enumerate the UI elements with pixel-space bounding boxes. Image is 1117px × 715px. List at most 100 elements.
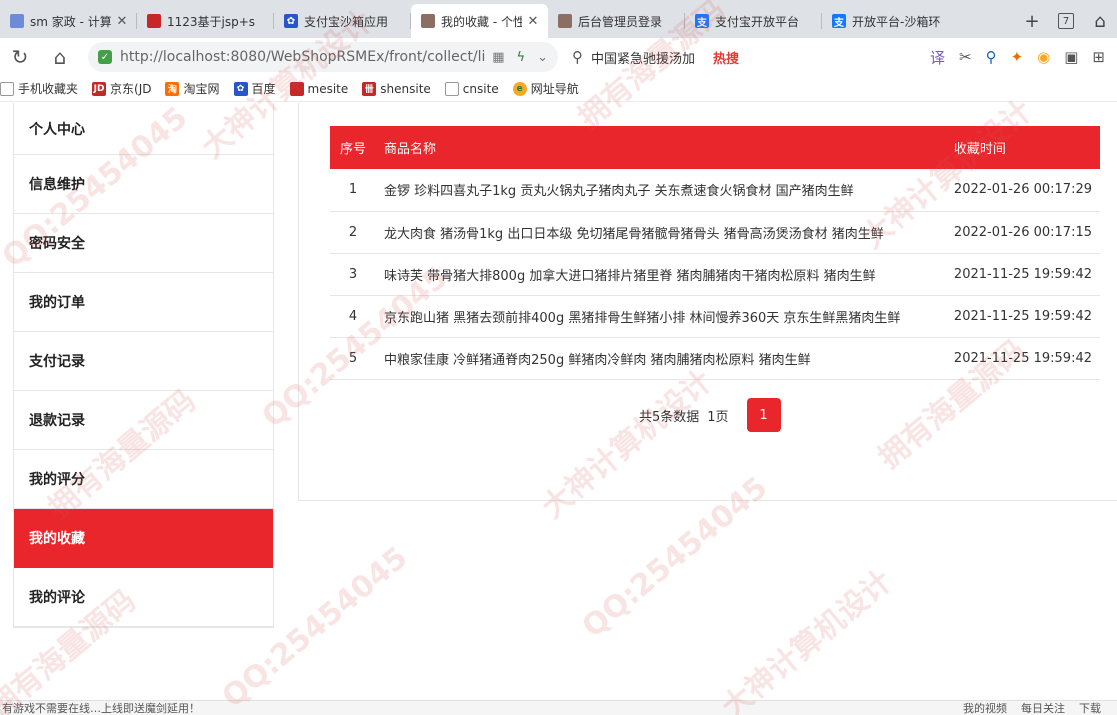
- collection-table: 序号 商品名称 收藏时间 1 金锣 珍料四喜丸子1kg 贡丸火锅丸子猪肉丸子 关…: [330, 126, 1100, 380]
- bookmarks-bar: 手机收藏夹 JD 京东(JD 淘 淘宝网 ✿ 百度 mesite 卌 shens…: [0, 76, 1117, 102]
- bookmark-label: 网址导航: [530, 82, 579, 96]
- collect-time: 2022-01-26 00:17:29: [945, 169, 1100, 212]
- url-actions: ▦ ϟ ⌄: [492, 50, 548, 65]
- baidu-paw-icon: ✿: [284, 14, 298, 28]
- sidebar-item-password[interactable]: 密码安全: [14, 214, 273, 273]
- tab-count-button[interactable]: 7: [1049, 4, 1083, 38]
- page-favicon-icon: [558, 14, 572, 28]
- shirt-icon[interactable]: ⌂: [1083, 4, 1117, 38]
- home-icon[interactable]: ⌂: [40, 38, 80, 76]
- close-tab-icon[interactable]: ✕: [115, 14, 129, 29]
- collect-time: 2021-11-25 19:59:42: [945, 337, 1100, 380]
- new-tab-button[interactable]: +: [1015, 4, 1049, 38]
- tab-title: 后台管理员登录: [578, 14, 663, 29]
- translate-icon[interactable]: 译: [930, 47, 945, 68]
- scissors-icon[interactable]: ✂: [959, 48, 972, 66]
- search-field[interactable]: ⚲ 中国紧急驰援汤加: [572, 48, 695, 67]
- sidebar-item-refunds[interactable]: 退款记录: [14, 391, 273, 450]
- column-header-no: 序号: [330, 126, 376, 169]
- sidebar-item-collection[interactable]: 我的收藏: [14, 509, 273, 568]
- product-name-link[interactable]: 金锣 珍料四喜丸子1kg 贡丸火锅丸子猪肉丸子 关东煮速食火锅食材 国产猪肉生鲜: [376, 169, 946, 212]
- table-row: 4 京东跑山猪 黑猪去颈前排400g 黑猪排骨生鲜猪小排 林间慢养360天 京东…: [330, 295, 1100, 338]
- row-number: 2: [330, 211, 376, 254]
- browser-tab[interactable]: 支 开放平台-沙箱环: [822, 4, 959, 38]
- collection-panel: 序号 商品名称 收藏时间 1 金锣 珍料四喜丸子1kg 贡丸火锅丸子猪肉丸子 关…: [298, 103, 1117, 501]
- bookmark-item[interactable]: ✿ 百度: [233, 80, 276, 97]
- page-icon: [444, 81, 459, 96]
- address-bar: ↻ ⌂ ✓ http://localhost:8080/WebShopRSMEx…: [0, 38, 1117, 76]
- page-favicon-icon: [147, 14, 161, 28]
- game-icon[interactable]: ✦: [1011, 48, 1024, 66]
- alipay-icon: 支: [832, 14, 846, 29]
- bookmark-item[interactable]: cnsite: [444, 81, 499, 96]
- row-number: 1: [330, 169, 376, 212]
- search-icon: ⚲: [572, 48, 583, 66]
- sidebar-item-orders[interactable]: 我的订单: [14, 273, 273, 332]
- shensite-icon: 卌: [362, 81, 377, 96]
- coin-icon[interactable]: ◉: [1037, 48, 1050, 66]
- column-header-time: 收藏时间: [945, 126, 1100, 169]
- folder-icon: [0, 81, 14, 96]
- bookmark-item[interactable]: mesite: [289, 81, 349, 96]
- tab-title: 我的收藏 - 个性: [441, 14, 522, 29]
- bookmark-item[interactable]: 卌 shensite: [362, 81, 431, 96]
- browser-tab-bar: sm 家政 - 计算 ✕ 1123基于jsp+s ✿ 支付宝沙箱应用 我的收藏 …: [0, 0, 1117, 38]
- browser-tab[interactable]: ✿ 支付宝沙箱应用: [274, 4, 411, 38]
- bookmark-item[interactable]: 淘 淘宝网: [165, 80, 220, 97]
- record-count: 共5条数据: [639, 409, 700, 425]
- lightning-icon[interactable]: ϟ: [517, 50, 526, 65]
- status-link[interactable]: 我的视频: [963, 701, 1007, 715]
- sidebar-item-comments[interactable]: 我的评论: [14, 568, 273, 627]
- sidebar-item-info[interactable]: 信息维护: [14, 155, 273, 214]
- hot-search-badge[interactable]: 热搜: [713, 48, 739, 67]
- grid-menu-icon[interactable]: ⊞: [1092, 48, 1105, 66]
- table-row: 1 金锣 珍料四喜丸子1kg 贡丸火锅丸子猪肉丸子 关东煮速食火锅食材 国产猪肉…: [330, 169, 1100, 212]
- tab-title: 开放平台-沙箱环: [852, 14, 941, 29]
- nav-globe-icon: e: [512, 81, 527, 96]
- page-count: 1页: [707, 409, 729, 425]
- product-name-link[interactable]: 龙大肉食 猪汤骨1kg 出口日本级 免切猪尾骨猪髋骨猪骨头 猪骨高汤煲汤食材 猪…: [376, 211, 946, 254]
- bookmark-label: shensite: [380, 81, 431, 96]
- page-favicon-icon: [421, 14, 435, 28]
- url-field[interactable]: ✓ http://localhost:8080/WebShopRSMEx/fro…: [88, 42, 558, 72]
- wallet-icon[interactable]: ▣: [1064, 48, 1078, 66]
- magnifier-icon[interactable]: ⚲: [986, 48, 997, 66]
- chevron-down-icon[interactable]: ⌄: [537, 50, 548, 65]
- baidu-paw-icon: ✿: [233, 81, 248, 96]
- mesite-icon: [289, 81, 304, 96]
- tab-count: 7: [1058, 13, 1074, 29]
- page-favicon-icon: [10, 14, 24, 28]
- browser-tab-active[interactable]: 我的收藏 - 个性 ✕: [411, 4, 548, 38]
- tab-title: 支付宝开放平台: [715, 14, 800, 29]
- sidebar-item-payments[interactable]: 支付记录: [14, 332, 273, 391]
- browser-tab[interactable]: 1123基于jsp+s: [137, 4, 274, 38]
- sidebar-item-personal-center[interactable]: 个人中心: [14, 103, 273, 155]
- row-number: 3: [330, 253, 376, 296]
- bookmark-item[interactable]: 手机收藏夹: [0, 80, 78, 97]
- sidebar-item-ratings[interactable]: 我的评分: [14, 450, 273, 509]
- status-right-links: 我的视频 每日关注 下载: [963, 701, 1117, 715]
- qr-code-icon[interactable]: ▦: [492, 50, 504, 65]
- bookmark-label: mesite: [307, 81, 349, 96]
- product-name-link[interactable]: 中粮家佳康 冷鲜猪通脊肉250g 鲜猪肉冷鲜肉 猪肉脯猪肉松原料 猪肉生鲜: [376, 337, 946, 380]
- status-link[interactable]: 下载: [1079, 701, 1101, 715]
- bookmark-item[interactable]: e 网址导航: [512, 80, 579, 97]
- collect-time: 2021-11-25 19:59:42: [945, 253, 1100, 296]
- reload-icon[interactable]: ↻: [0, 38, 40, 76]
- browser-tab[interactable]: sm 家政 - 计算 ✕: [0, 4, 137, 38]
- product-name-link[interactable]: 京东跑山猪 黑猪去颈前排400g 黑猪排骨生鲜猪小排 林间慢养360天 京东生鲜…: [376, 295, 946, 338]
- browser-status-bar: 有游戏不需要在线…上线即送魔剑延用！ 我的视频 每日关注 下载: [0, 700, 1117, 715]
- product-name-link[interactable]: 味诗芙 带骨猪大排800g 加拿大进口猪排片猪里脊 猪肉脯猪肉干猪肉松原料 猪肉…: [376, 253, 946, 296]
- secure-shield-icon: ✓: [98, 50, 112, 64]
- jd-icon: JD: [92, 81, 107, 96]
- tab-title: 1123基于jsp+s: [167, 14, 256, 29]
- status-link[interactable]: 每日关注: [1021, 701, 1065, 715]
- status-left-text: 有游戏不需要在线…上线即送魔剑延用！: [2, 702, 200, 715]
- close-tab-icon[interactable]: ✕: [526, 14, 540, 29]
- bookmark-item[interactable]: JD 京东(JD: [92, 80, 151, 97]
- browser-tab[interactable]: 后台管理员登录: [548, 4, 685, 38]
- browser-tab[interactable]: 支 支付宝开放平台: [685, 4, 822, 38]
- bookmark-label: 百度: [251, 82, 276, 96]
- page-button-current[interactable]: 1: [746, 398, 781, 432]
- page-body: 个人中心 信息维护 密码安全 我的订单 支付记录 退款记录 我的评分 我的收藏 …: [0, 103, 1117, 700]
